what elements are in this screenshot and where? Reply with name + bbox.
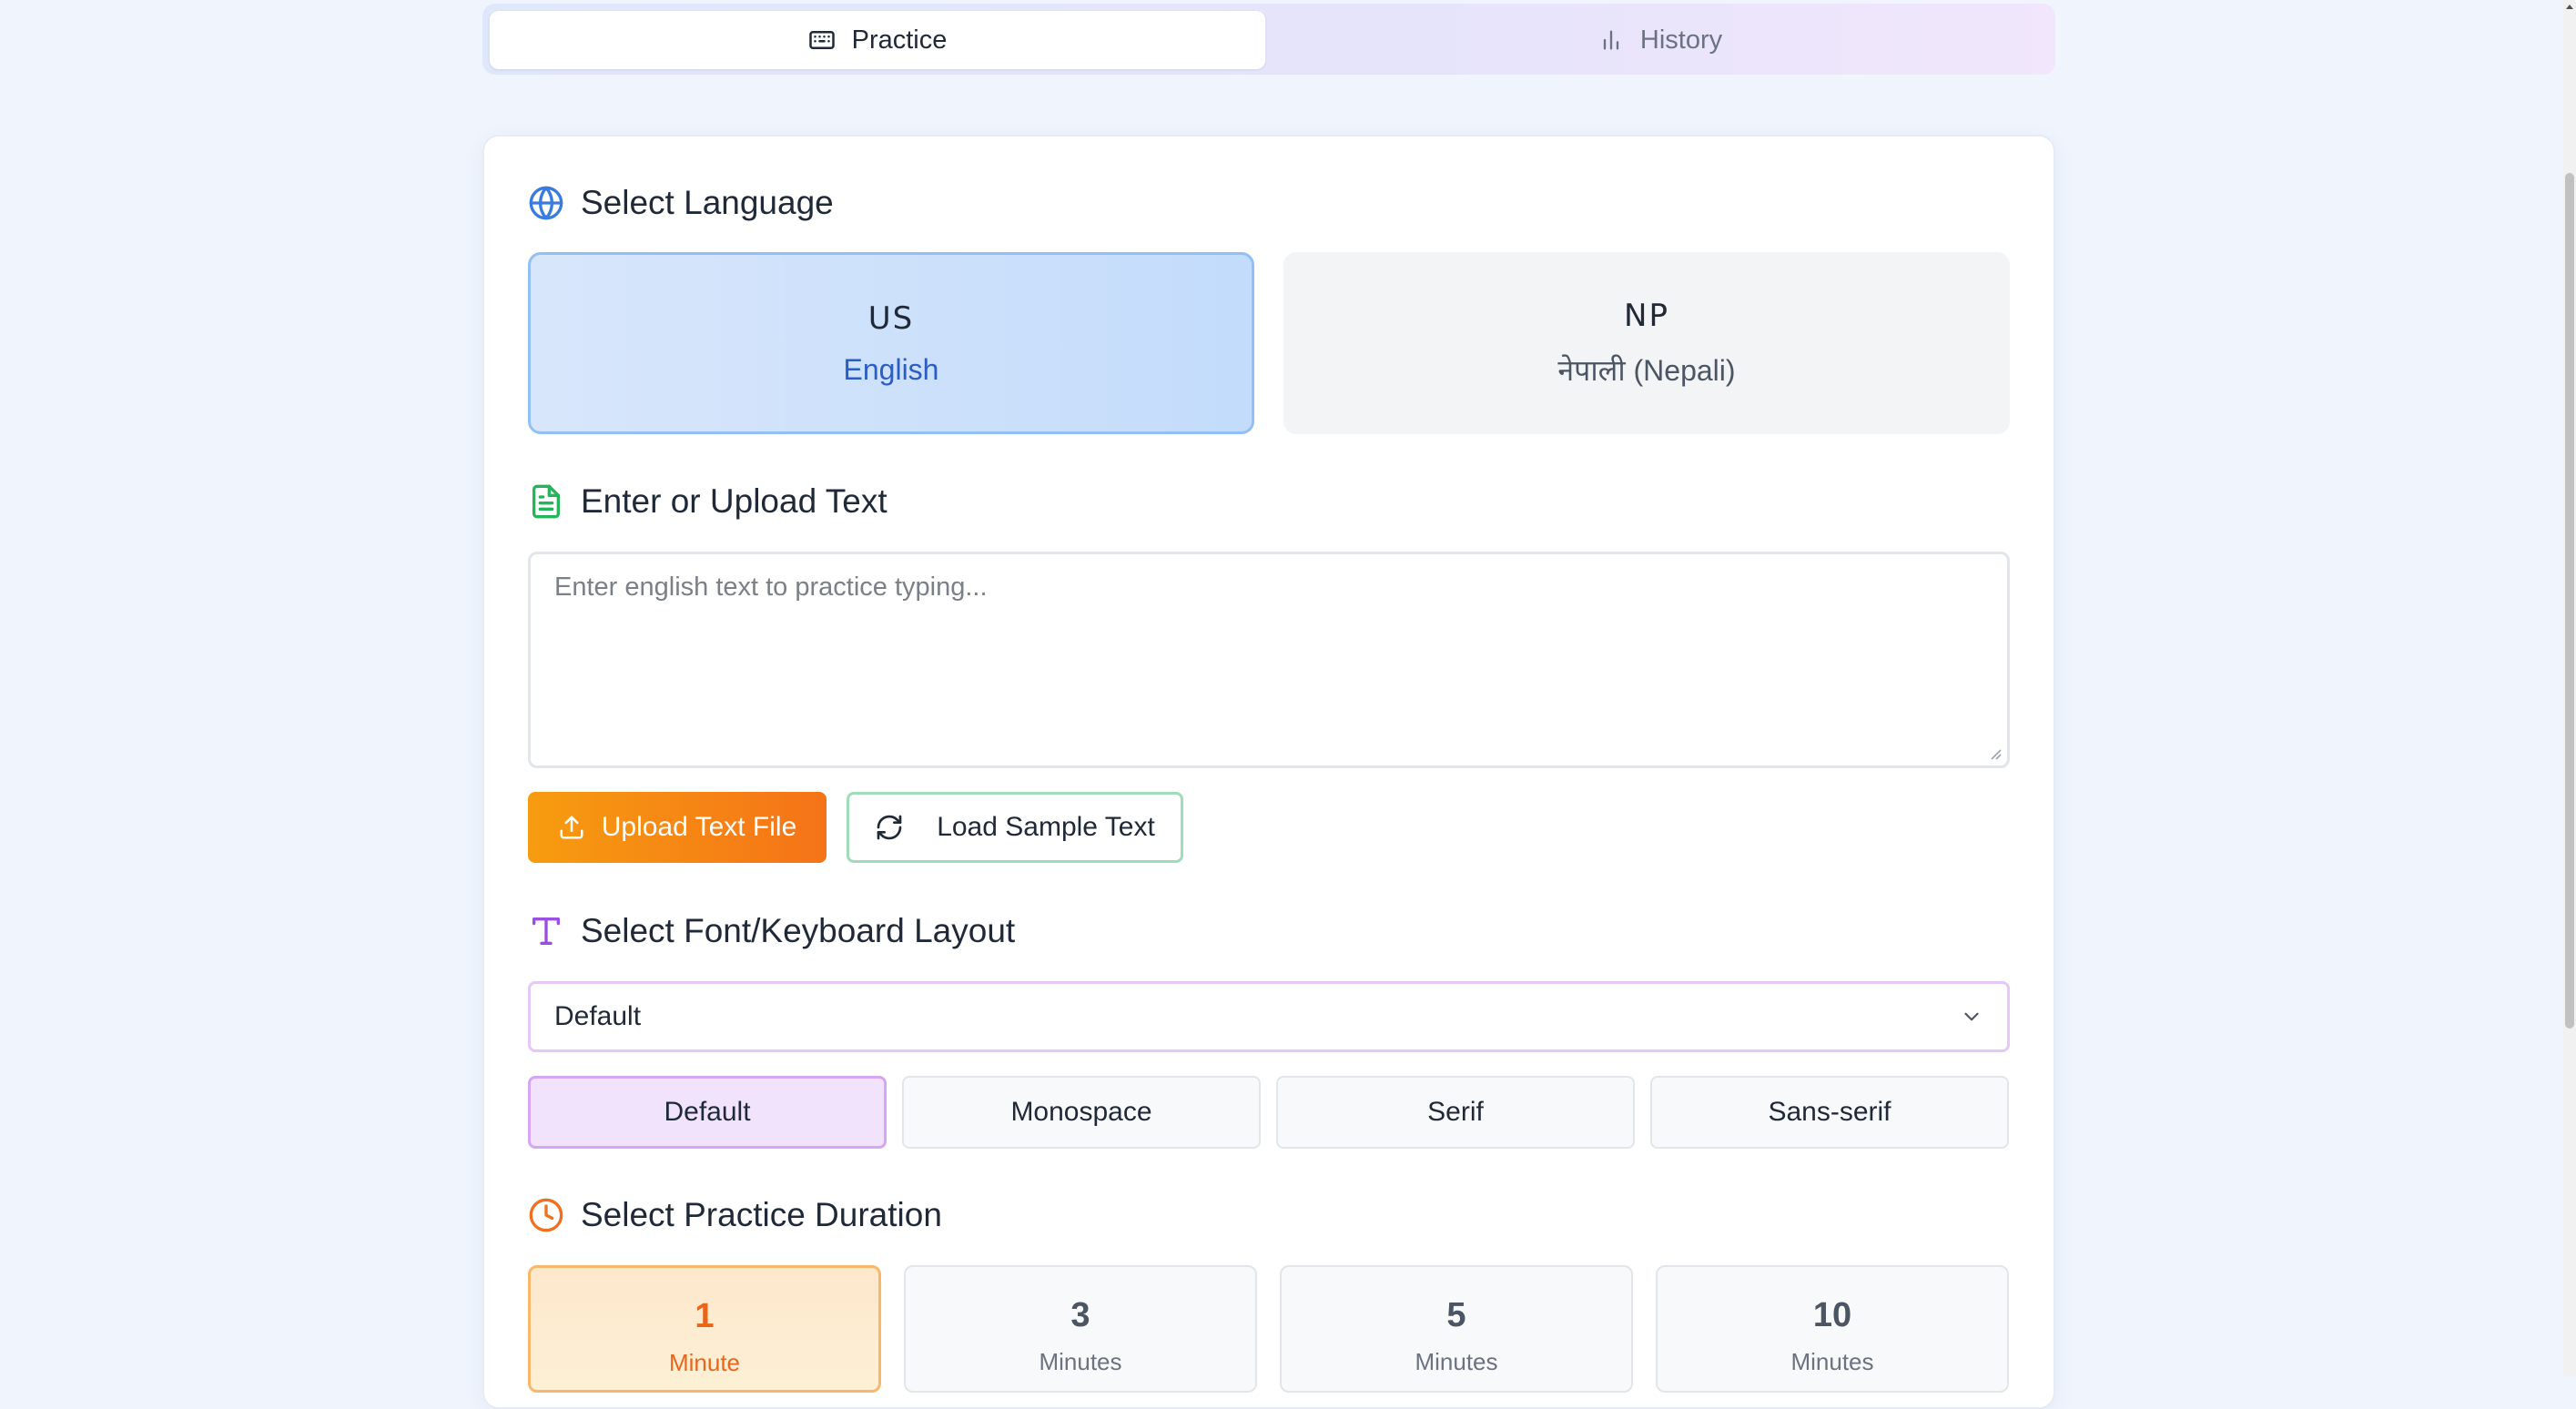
globe-icon (529, 186, 563, 220)
tab-history[interactable]: History (1273, 11, 2048, 69)
button-label: Upload Text File (601, 812, 797, 842)
duration-unit: Minute (668, 1349, 741, 1376)
duration-value: 1 (695, 1297, 715, 1335)
language-option-nepali[interactable]: NP नेपाली (Nepali) (1283, 252, 2010, 434)
section-title-text: Select Language (581, 184, 834, 221)
scrollbar-thumb[interactable] (2565, 173, 2574, 1029)
select-value: Default (554, 1001, 642, 1031)
font-option-label: Default (664, 1097, 751, 1127)
type-icon (532, 917, 560, 945)
load-sample-text-button[interactable]: Load Sample Text (847, 792, 1183, 863)
section-title-text: Select Font/Keyboard Layout (581, 912, 1016, 949)
font-layout-select[interactable]: Default (528, 981, 2010, 1052)
language-name: नेपाली (Nepali) (1557, 353, 1736, 387)
section-title-text: Enter or Upload Text (581, 482, 887, 520)
duration-value: 10 (1812, 1296, 1852, 1334)
bar-chart-icon (1603, 30, 1619, 50)
font-option-default[interactable]: Default (528, 1076, 887, 1149)
language-code: NP (1624, 297, 1669, 334)
font-option-label: Sans-serif (1768, 1097, 1891, 1127)
duration-section-title: Select Practice Duration (528, 1196, 942, 1234)
duration-option-3[interactable]: 3 Minutes (904, 1265, 1257, 1393)
clock-icon (529, 1198, 563, 1232)
chevron-down-icon (1964, 1012, 1979, 1021)
duration-option-1[interactable]: 1 Minute (528, 1265, 881, 1393)
button-label: Load Sample Text (937, 812, 1155, 842)
scroll-up-arrow-icon[interactable] (2563, 0, 2576, 15)
duration-value: 3 (1070, 1296, 1090, 1334)
upload-text-file-button[interactable]: Upload Text File (528, 792, 827, 863)
duration-unit: Minutes (1039, 1348, 1122, 1375)
font-option-sans-serif[interactable]: Sans-serif (1650, 1076, 2009, 1149)
resize-handle-icon[interactable] (1987, 745, 2002, 760)
language-name: English (843, 352, 939, 386)
duration-option-10[interactable]: 10 Minutes (1656, 1265, 2009, 1393)
duration-option-5[interactable]: 5 Minutes (1280, 1265, 1633, 1393)
language-section-title: Select Language (528, 184, 834, 222)
main-tabs: Practice History (482, 4, 2055, 75)
duration-unit: Minutes (1415, 1348, 1498, 1375)
language-code: US (867, 299, 915, 337)
practice-text-input[interactable]: Enter english text to practice typing... (528, 552, 2010, 768)
tab-practice[interactable]: Practice (490, 11, 1265, 69)
section-title-text: Select Practice Duration (581, 1196, 942, 1233)
tab-label: History (1639, 25, 1723, 55)
refresh-icon (877, 815, 902, 840)
keyboard-icon (808, 31, 835, 49)
font-option-serif[interactable]: Serif (1276, 1076, 1635, 1149)
upload-icon (560, 816, 583, 839)
tab-label: Practice (851, 25, 948, 55)
file-text-icon (532, 484, 560, 519)
font-option-label: Serif (1427, 1097, 1484, 1127)
textarea-placeholder: Enter english text to practice typing... (554, 573, 988, 602)
language-option-english[interactable]: US English (528, 252, 1254, 434)
font-section-title: Select Font/Keyboard Layout (528, 912, 1015, 950)
font-option-label: Monospace (1010, 1097, 1152, 1127)
font-option-monospace[interactable]: Monospace (902, 1076, 1261, 1149)
duration-value: 5 (1446, 1296, 1466, 1334)
duration-unit: Minutes (1790, 1348, 1874, 1375)
text-section-title: Enter or Upload Text (528, 482, 887, 521)
